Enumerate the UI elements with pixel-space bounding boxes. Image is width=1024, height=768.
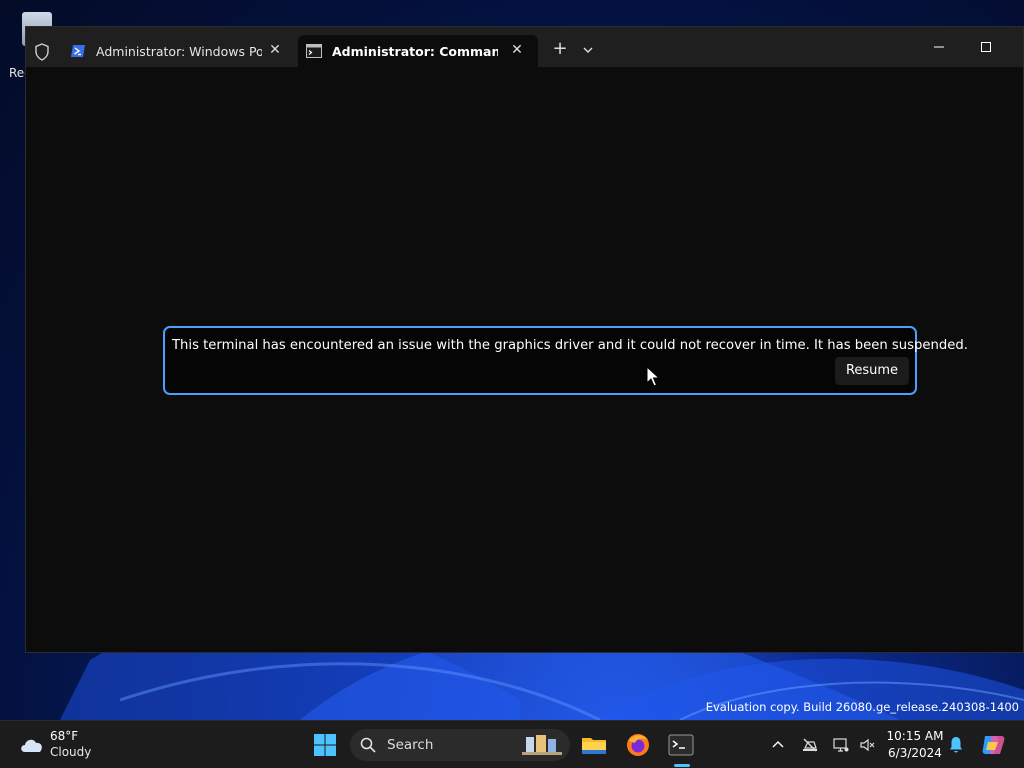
powershell-icon — [71, 45, 85, 57]
notification-bell-icon[interactable] — [948, 736, 964, 754]
maximize-icon — [981, 42, 991, 52]
close-tab-icon[interactable]: ✕ — [268, 43, 282, 57]
tab-powershell-label: Administrator: Windows PowerShell — [96, 43, 262, 59]
cloud-icon — [21, 739, 42, 752]
new-tab-button[interactable]: + — [550, 39, 570, 59]
minimize-icon — [934, 46, 944, 48]
mouse-cursor-icon — [646, 366, 660, 387]
search-label: Search — [387, 737, 434, 753]
tab-command-prompt[interactable]: Administrator: Command Prompt ✕ — [298, 35, 538, 67]
maximize-button[interactable] — [966, 33, 1006, 61]
weather-temperature: 68°F — [50, 729, 79, 743]
graphics-driver-suspended-dialog: This terminal has encountered an issue w… — [163, 326, 968, 395]
title-bar[interactable]: Administrator: Windows PowerShell ✕ Admi… — [26, 27, 1023, 67]
clock-time: 10:15 AM — [886, 729, 944, 743]
resume-button[interactable]: Resume — [835, 357, 909, 385]
speaker-muted-icon[interactable] — [859, 737, 875, 753]
display-icon[interactable] — [833, 737, 849, 753]
firefox-icon[interactable] — [624, 731, 652, 759]
weather-condition: Cloudy — [50, 745, 92, 759]
taskbar-search-box[interactable]: Search — [350, 729, 570, 761]
active-app-indicator — [674, 764, 690, 767]
chevron-down-icon[interactable] — [579, 41, 597, 59]
tab-powershell[interactable]: Administrator: Windows PowerShell ✕ — [62, 35, 296, 67]
minimize-button[interactable] — [919, 33, 959, 61]
suspended-message: This terminal has encountered an issue w… — [172, 338, 968, 353]
windows-start-icon[interactable] — [313, 733, 337, 757]
close-tab-icon[interactable]: ✕ — [510, 43, 524, 57]
tab-command-prompt-label: Administrator: Command Prompt — [332, 43, 498, 59]
network-disconnected-icon[interactable] — [802, 737, 818, 753]
shield-icon — [35, 43, 49, 61]
system-clock[interactable]: 10:15 AM 6/3/2024 — [880, 728, 950, 762]
chevron-up-icon[interactable] — [770, 737, 786, 753]
search-icon — [360, 737, 376, 753]
evaluation-watermark: Evaluation copy. Build 26080.ge_release.… — [705, 700, 1019, 714]
search-highlight-icon — [522, 735, 562, 755]
windows-terminal-icon[interactable] — [667, 731, 695, 759]
cmd-icon — [306, 44, 322, 58]
clock-date: 6/3/2024 — [888, 746, 942, 760]
copilot-icon[interactable] — [980, 732, 1006, 758]
file-explorer-icon[interactable] — [580, 731, 608, 759]
taskbar: 68°F Cloudy Search 10:15 AM 6/3/2024 — [0, 720, 1024, 768]
